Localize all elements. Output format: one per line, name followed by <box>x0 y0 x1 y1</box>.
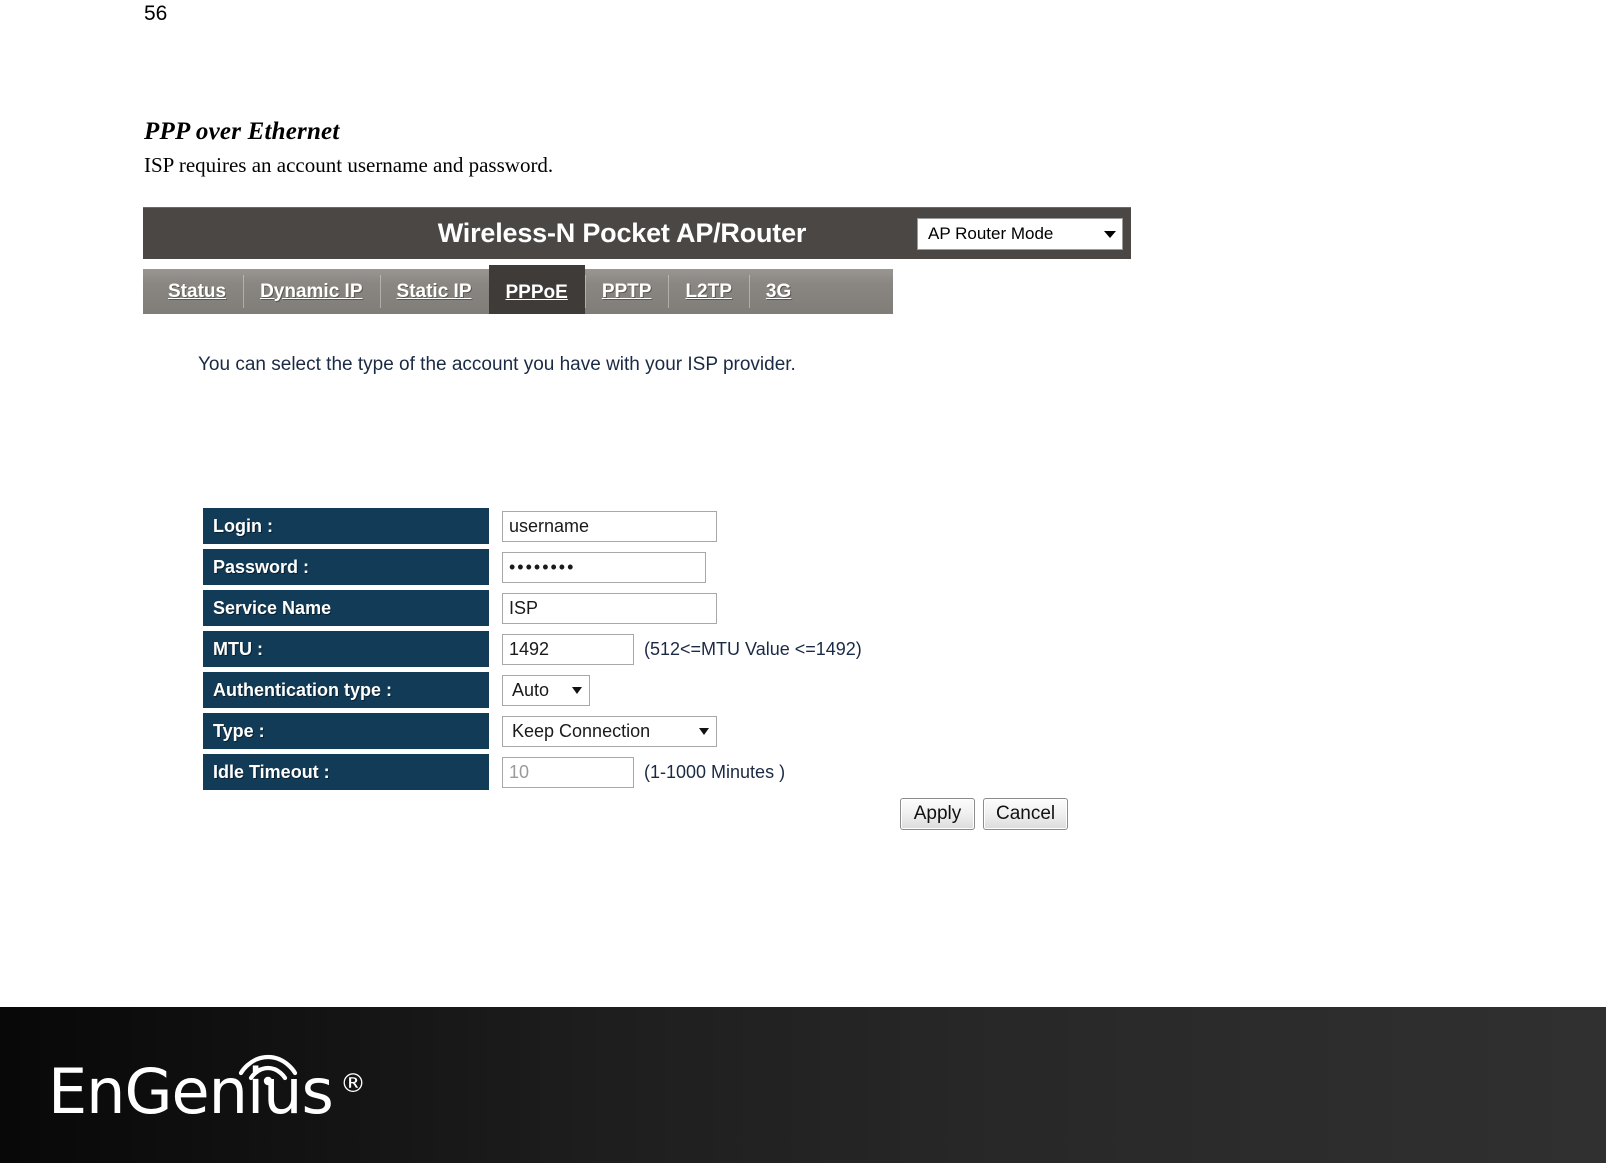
section-title: PPP over Ethernet <box>144 118 340 145</box>
idle-timeout-input[interactable] <box>502 756 634 788</box>
tab-3g[interactable]: 3G <box>748 269 808 314</box>
page-footer: EnGenius ® <box>0 1007 1606 1163</box>
form-row-mtu: MTU : (512<=MTU Value <=1492) <box>203 631 862 667</box>
operation-mode-value: AP Router Mode <box>928 224 1054 243</box>
connection-type-value: Keep Connection <box>512 720 651 741</box>
tab-l2tp[interactable]: L2TP <box>668 269 748 314</box>
registered-trademark-icon: ® <box>340 1069 366 1099</box>
type-field-wrap: Keep Connection <box>502 715 717 747</box>
form-row-password: Password : <box>203 549 862 585</box>
intro-text: You can select the type of the account y… <box>198 354 796 375</box>
engenius-wordmark: EnGenius <box>48 1055 334 1128</box>
password-input[interactable] <box>502 551 706 583</box>
authentication-type-select[interactable]: Auto <box>502 674 590 706</box>
service-name-label: Service Name <box>203 590 489 626</box>
section-body: ISP requires an account username and pas… <box>144 153 554 177</box>
ui-content-area: You can select the type of the account y… <box>143 314 1131 874</box>
tab-dynamic-ip[interactable]: Dynamic IP <box>243 269 379 314</box>
mtu-field-wrap: (512<=MTU Value <=1492) <box>502 633 862 665</box>
form-row-service-name: Service Name <box>203 590 862 626</box>
type-label: Type : <box>203 713 489 749</box>
pppoe-settings-form: Login : Password : Service Name <box>203 508 862 795</box>
mtu-input[interactable] <box>502 633 634 665</box>
ui-header-bar: Wireless-N Pocket AP/Router AP Router Mo… <box>143 207 1131 259</box>
tab-static-ip[interactable]: Static IP <box>379 269 489 314</box>
login-label: Login : <box>203 508 489 544</box>
tab-pptp[interactable]: PPTP <box>584 269 669 314</box>
tab-status[interactable]: Status <box>151 269 243 314</box>
service-name-input[interactable] <box>502 592 717 624</box>
form-row-idle-timeout: Idle Timeout : (1-1000 Minutes ) <box>203 754 862 790</box>
form-row-type: Type : Keep Connection <box>203 713 862 749</box>
form-row-authentication-type: Authentication type : Auto <box>203 672 862 708</box>
cancel-button[interactable]: Cancel <box>983 798 1069 830</box>
form-action-buttons: Apply Cancel <box>900 798 1069 830</box>
tab-pppoe[interactable]: PPPoE <box>488 265 585 317</box>
login-input[interactable] <box>502 510 717 542</box>
operation-mode-select[interactable]: AP Router Mode <box>917 218 1123 250</box>
authentication-type-value: Auto <box>512 679 550 700</box>
page-number: 56 <box>144 2 168 25</box>
idle-timeout-label: Idle Timeout : <box>203 754 489 790</box>
engenius-logo: EnGenius ® <box>48 1045 378 1129</box>
connection-type-select[interactable]: Keep Connection <box>502 715 717 747</box>
chevron-down-icon <box>572 686 582 694</box>
mtu-label: MTU : <box>203 631 489 667</box>
ui-product-title: Wireless-N Pocket AP/Router <box>437 218 807 248</box>
router-admin-ui-screenshot: Wireless-N Pocket AP/Router AP Router Mo… <box>143 207 1131 874</box>
login-field-wrap <box>502 510 717 542</box>
apply-button[interactable]: Apply <box>900 798 975 830</box>
authentication-type-label: Authentication type : <box>203 672 489 708</box>
password-label: Password : <box>203 549 489 585</box>
service-name-field-wrap <box>502 592 717 624</box>
authentication-type-field-wrap: Auto <box>502 674 590 706</box>
form-row-login: Login : <box>203 508 862 544</box>
chevron-down-icon <box>699 727 709 735</box>
idle-timeout-range-hint: (1-1000 Minutes ) <box>644 761 786 782</box>
mtu-range-hint: (512<=MTU Value <=1492) <box>644 638 862 659</box>
idle-timeout-field-wrap: (1-1000 Minutes ) <box>502 756 786 788</box>
wan-type-tab-bar: Status Dynamic IP Static IP PPPoE PPTP L… <box>143 265 893 317</box>
chevron-down-icon <box>1104 230 1116 238</box>
password-field-wrap <box>502 551 706 583</box>
